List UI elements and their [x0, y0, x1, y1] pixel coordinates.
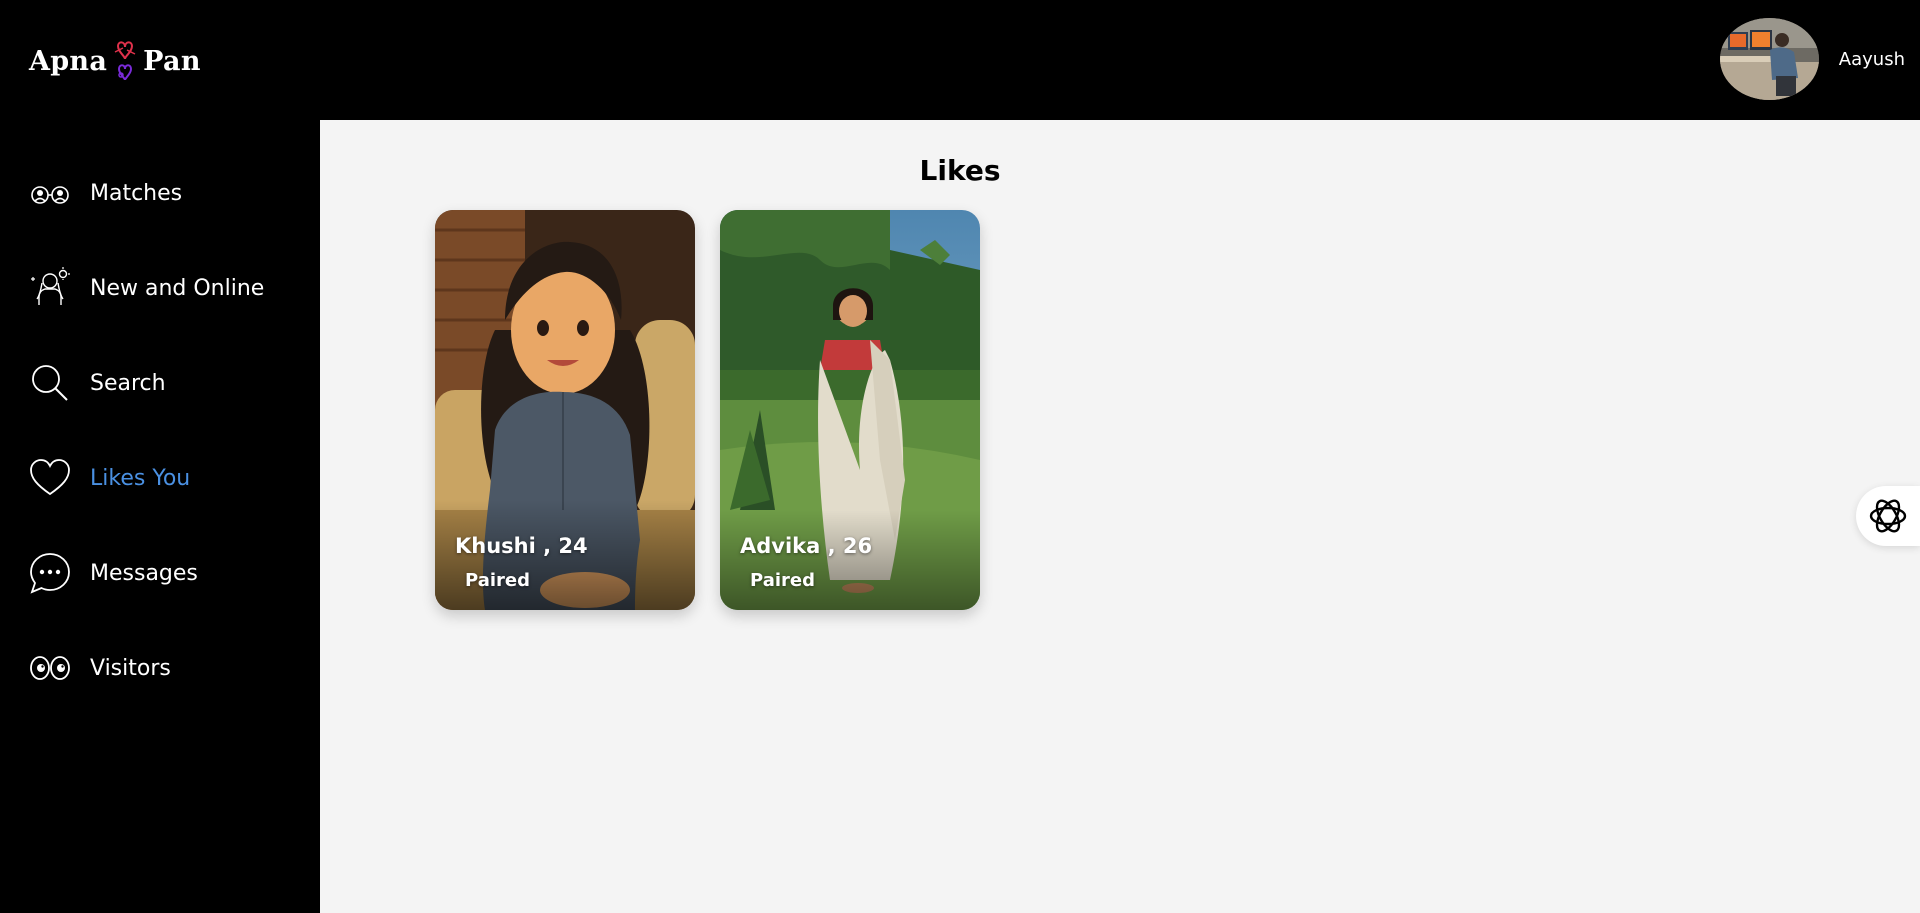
top-bar: Apna Pan Aayush	[0, 0, 1920, 120]
matches-icon	[31, 186, 69, 204]
sidebar-item-messages[interactable]: Messages	[29, 548, 309, 598]
profile-card[interactable]: Advika , 26 Paired	[720, 210, 980, 610]
heart-icon	[30, 459, 70, 496]
sidebar-item-matches[interactable]: Matches	[29, 168, 309, 218]
sidebar-item-label: Likes You	[90, 465, 191, 491]
profile-name-age: Advika , 26	[740, 534, 873, 558]
profile-card[interactable]: Khushi , 24 Paired	[435, 210, 695, 610]
profile-status: Paired	[750, 570, 815, 591]
main-content: Likes Khushi , 24 Paired Advika , 26 Pai…	[320, 120, 1920, 913]
sidebar-item-label: Messages	[90, 560, 198, 586]
profile-status: Paired	[465, 570, 530, 591]
sidebar-item-label: Visitors	[90, 655, 171, 681]
logo-text-right: Pan	[143, 45, 201, 77]
ai-assistant-button[interactable]	[1856, 486, 1920, 546]
sidebar-item-label: New and Online	[90, 275, 265, 301]
profile-name-age: Khushi , 24	[455, 534, 588, 558]
page-title: Likes	[919, 154, 1001, 187]
new-online-icon	[31, 267, 70, 305]
sidebar-item-likes-you[interactable]: Likes You	[29, 453, 309, 503]
sidebar-item-search[interactable]: Search	[29, 358, 309, 408]
app-logo[interactable]: Apna Pan	[29, 38, 201, 84]
user-menu[interactable]: Aayush	[1719, 18, 1905, 100]
openai-icon	[1869, 499, 1907, 533]
eyes-icon	[30, 656, 70, 680]
sidebar-item-new-and-online[interactable]: New and Online	[29, 263, 309, 313]
sidebar: Matches New and Online Search Likes You	[0, 120, 320, 913]
search-icon	[32, 365, 68, 401]
sidebar-item-visitors[interactable]: Visitors	[29, 643, 309, 693]
sidebar-item-label: Matches	[90, 180, 183, 206]
hearts-logo-icon	[114, 41, 136, 81]
avatar[interactable]	[1719, 18, 1819, 100]
sidebar-item-label: Search	[90, 370, 166, 396]
chat-bubble-icon	[30, 553, 70, 594]
logo-text-left: Apna	[29, 45, 108, 77]
user-name[interactable]: Aayush	[1839, 49, 1905, 70]
avatar-photo	[1719, 18, 1819, 100]
